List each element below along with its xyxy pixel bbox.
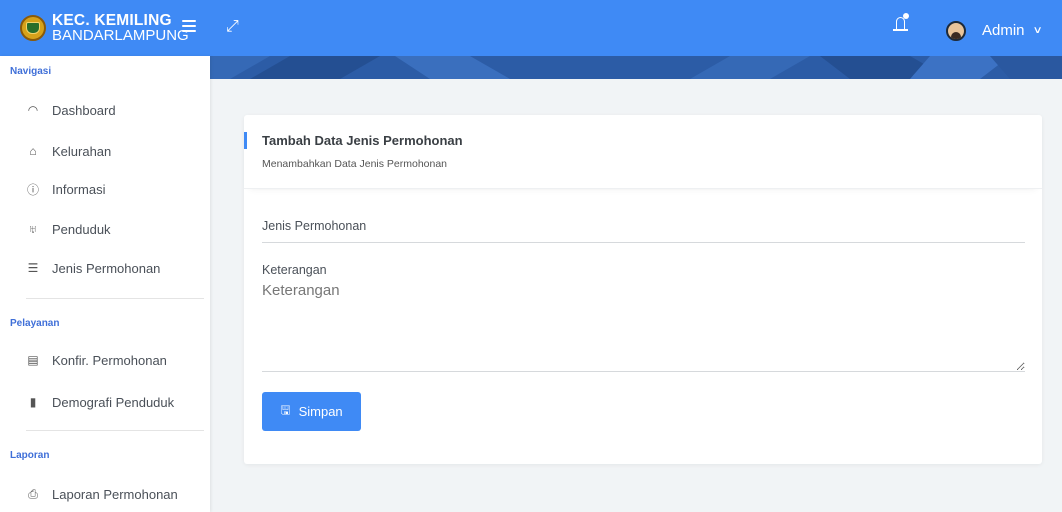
printer-icon: ⎙ <box>28 486 38 501</box>
card-accent-bar <box>244 132 247 149</box>
save-icon: 🖫 <box>280 403 291 417</box>
sidebar-item-jenis-permohonan[interactable]: ☰ Jenis Permohonan <box>0 252 210 284</box>
sidebar-item-demografi-penduduk[interactable]: ▮ Demografi Penduduk <box>0 386 210 418</box>
chevron-down-icon: ∨ <box>1032 25 1043 36</box>
simpan-button[interactable]: 🖫 Simpan <box>262 392 361 431</box>
card-title: Tambah Data Jenis Permohonan <box>262 133 463 148</box>
section-label-pelayanan: Pelayanan <box>10 318 60 329</box>
sidebar-item-konfir-permohonan[interactable]: ▤ Konfir. Permohonan <box>0 344 210 376</box>
form-card: Tambah Data Jenis Permohonan Menambahkan… <box>244 115 1042 464</box>
user-menu[interactable]: Admin ∨ <box>982 22 1043 39</box>
user-icon: ♅ <box>28 222 38 236</box>
notification-bell-icon[interactable] <box>893 13 909 31</box>
card-header: Tambah Data Jenis Permohonan Menambahkan… <box>244 115 1042 189</box>
info-icon: ⓘ <box>26 182 39 197</box>
jenis-permohonan-input[interactable] <box>262 210 1025 243</box>
sidebar-item-label: Dashboard <box>52 102 116 118</box>
logo <box>20 15 46 41</box>
dashboard-icon: ◠ <box>27 103 39 117</box>
avatar[interactable] <box>946 21 966 41</box>
sidebar: Navigasi ◠ Dashboard ⌂ Kelurahan ⓘ Infor… <box>0 56 210 512</box>
divider <box>26 298 204 299</box>
sidebar-item-kelurahan[interactable]: ⌂ Kelurahan <box>0 135 210 167</box>
divider <box>26 430 204 431</box>
section-label-laporan: Laporan <box>10 450 50 461</box>
sidebar-item-laporan-permohonan[interactable]: ⎙ Laporan Permohonan <box>0 478 210 510</box>
simpan-button-label: Simpan <box>298 404 343 419</box>
sidebar-item-penduduk[interactable]: ♅ Penduduk <box>0 213 210 245</box>
brand[interactable]: KEC. KEMILING BANDARLAMPUNG <box>0 0 210 56</box>
bookmark-icon: ▮ <box>29 395 37 409</box>
brand-title: KEC. KEMILING <box>52 12 172 29</box>
brand-subtitle: BANDARLAMPUNG <box>52 27 189 44</box>
sidebar-item-dashboard[interactable]: ◠ Dashboard <box>0 94 210 126</box>
sidebar-item-label: Informasi <box>52 181 106 197</box>
card-subtitle: Menambahkan Data Jenis Permohonan <box>262 158 448 170</box>
sidebar-item-label: Penduduk <box>52 221 111 237</box>
home-icon: ⌂ <box>29 144 37 158</box>
list-icon: ☰ <box>27 261 39 275</box>
header-banner <box>210 56 1062 79</box>
keterangan-textarea[interactable] <box>262 282 1025 372</box>
menu-toggle-icon[interactable] <box>182 20 196 32</box>
sidebar-item-informasi[interactable]: ⓘ Informasi <box>0 173 210 205</box>
sidebar-item-label: Kelurahan <box>52 143 112 159</box>
sidebar-item-label: Demografi Penduduk <box>52 394 175 410</box>
document-icon: ▤ <box>27 353 39 367</box>
section-label-navigasi: Navigasi <box>10 66 52 77</box>
fullscreen-icon[interactable]: ⤢ <box>226 18 239 36</box>
sidebar-item-label: Jenis Permohonan <box>52 260 161 276</box>
keterangan-label: Keterangan <box>262 263 327 277</box>
top-navbar: KEC. KEMILING BANDARLAMPUNG ⤢ Admin ∨ <box>0 0 1062 56</box>
sidebar-item-label: Konfir. Permohonan <box>52 352 167 368</box>
user-name: Admin <box>982 22 1025 39</box>
sidebar-item-label: Laporan Permohonan <box>52 486 178 502</box>
